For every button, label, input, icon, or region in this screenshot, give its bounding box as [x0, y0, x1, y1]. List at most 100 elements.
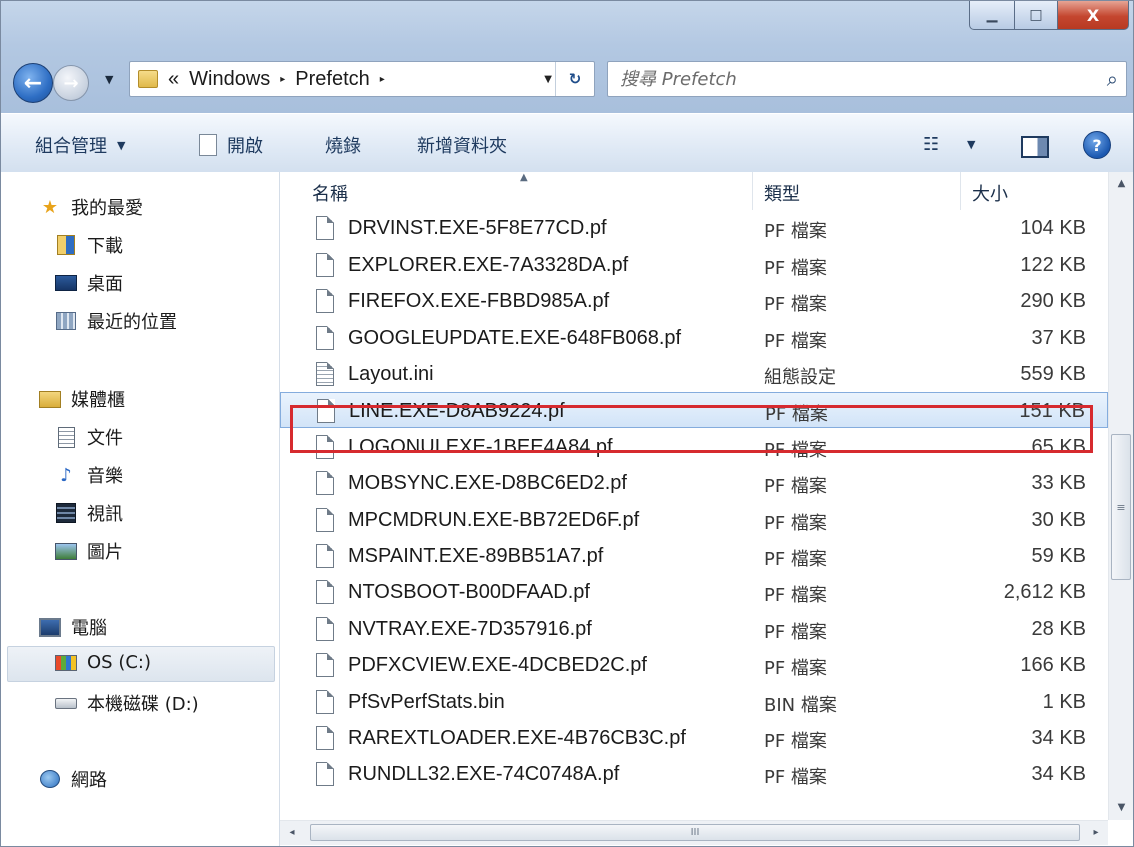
computer-icon: [39, 617, 61, 637]
refresh-icon: ↻: [568, 70, 582, 88]
new-folder-button[interactable]: 新增資料夾: [417, 132, 507, 158]
file-type: PF 檔案: [764, 257, 827, 279]
sidebar-item-label: 桌面: [87, 274, 123, 295]
column-divider[interactable]: [960, 172, 961, 210]
file-type: PF 檔案: [764, 439, 827, 461]
command-bar: 組合管理 ▼ 開啟 燒錄 新增資料夾 ☷ ▼ ?: [1, 113, 1133, 173]
scroll-up-icon[interactable]: ▲: [1109, 172, 1133, 196]
column-header-type[interactable]: 類型: [764, 180, 800, 208]
minimize-button[interactable]: ▁: [969, 1, 1015, 30]
file-row[interactable]: MPCMDRUN.EXE-BB72ED6F.pf PF 檔案 30 KB: [280, 502, 1108, 538]
sidebar-item-desktop[interactable]: 桌面: [55, 270, 123, 296]
file-row[interactable]: PfSvPerfStats.bin BIN 檔案 1 KB: [280, 684, 1108, 720]
file-row[interactable]: Layout.ini 組態設定 559 KB: [280, 356, 1108, 392]
breadcrumb-windows[interactable]: Windows: [189, 68, 270, 91]
vertical-scrollbar[interactable]: ▲ ≡ ▼: [1108, 172, 1133, 820]
column-header-size[interactable]: 大小: [972, 180, 1008, 208]
file-icon: [316, 544, 334, 568]
file-row[interactable]: RUNDLL32.EXE-74C0748A.pf PF 檔案 34 KB: [280, 756, 1108, 792]
sidebar-item-network[interactable]: 網路: [39, 766, 107, 792]
file-row-selected[interactable]: LINE.EXE-D8AB9224.pf PF 檔案 151 KB: [280, 392, 1108, 429]
breadcrumb-overflow[interactable]: «: [168, 68, 179, 91]
scroll-right-icon[interactable]: ▸: [1084, 821, 1108, 845]
open-button[interactable]: 開啟: [199, 132, 263, 158]
refresh-button[interactable]: ↻: [555, 62, 594, 96]
file-row[interactable]: GOOGLEUPDATE.EXE-648FB068.pf PF 檔案 37 KB: [280, 320, 1108, 356]
vertical-scroll-thumb[interactable]: ≡: [1111, 434, 1131, 580]
file-row[interactable]: PDFXCVIEW.EXE-4DCBED2C.pf PF 檔案 166 KB: [280, 647, 1108, 683]
file-size: 28 KB: [1031, 617, 1086, 640]
address-bar[interactable]: « Windows ▸ Prefetch ▸ ▼ ↻: [129, 61, 595, 97]
burn-button[interactable]: 燒錄: [325, 132, 361, 158]
back-button[interactable]: ←: [13, 63, 53, 103]
sidebar-item-recent-places[interactable]: 最近的位置: [55, 308, 177, 334]
file-row[interactable]: DRVINST.EXE-5F8E77CD.pf PF 檔案 104 KB: [280, 210, 1108, 246]
file-row[interactable]: NVTRAY.EXE-7D357916.pf PF 檔案 28 KB: [280, 611, 1108, 647]
scroll-left-icon[interactable]: ◂: [280, 821, 304, 845]
title-bar: ▁ □ X ← → ▼ « Windows ▸ Prefetch ▸ ▼ ↻ ⌕: [1, 1, 1133, 113]
file-row[interactable]: MSPAINT.EXE-89BB51A7.pf PF 檔案 59 KB: [280, 538, 1108, 574]
help-icon[interactable]: ?: [1083, 131, 1111, 159]
sidebar-item-os-drive[interactable]: OS (C:): [55, 652, 151, 673]
file-name: PfSvPerfStats.bin: [348, 690, 505, 713]
sidebar-item-downloads[interactable]: 下載: [55, 232, 123, 258]
file-row[interactable]: NTOSBOOT-B00DFAAD.pf PF 檔案 2,612 KB: [280, 574, 1108, 610]
maximize-button[interactable]: □: [1015, 1, 1058, 30]
file-name: GOOGLEUPDATE.EXE-648FB068.pf: [348, 326, 682, 349]
recent-pages-dropdown[interactable]: ▼: [105, 73, 113, 86]
sidebar-item-label: 圖片: [87, 542, 123, 563]
close-button[interactable]: X: [1058, 1, 1129, 30]
breadcrumb-separator-icon[interactable]: ▸: [280, 74, 285, 85]
file-type: PF 檔案: [764, 549, 827, 570]
sidebar-item-label: 下載: [87, 236, 123, 257]
file-row[interactable]: FIREFOX.EXE-FBBD985A.pf PF 檔案 290 KB: [280, 283, 1108, 319]
pictures-icon: [55, 541, 77, 561]
sidebar-item-computer[interactable]: 電腦: [39, 614, 107, 640]
change-view-icon[interactable]: ☷: [923, 134, 939, 155]
file-type: PF 檔案: [764, 585, 827, 607]
breadcrumb-prefetch[interactable]: Prefetch: [295, 68, 369, 91]
sidebar-item-libraries[interactable]: 媒體櫃: [39, 386, 125, 412]
open-file-icon: [199, 134, 217, 156]
file-row[interactable]: EXPLORER.EXE-7A3328DA.pf PF 檔案 122 KB: [280, 247, 1108, 283]
file-size: 104 KB: [1020, 217, 1086, 240]
file-size: 65 KB: [1031, 435, 1086, 458]
file-icon: [316, 580, 334, 605]
file-name: NTOSBOOT-B00DFAAD.pf: [348, 581, 590, 604]
file-icon: [316, 325, 334, 350]
column-header: ▲ 名稱 類型 大小: [280, 172, 1108, 212]
burn-label: 燒錄: [325, 136, 361, 157]
breadcrumb-separator-icon[interactable]: ▸: [380, 74, 385, 85]
column-divider[interactable]: [752, 172, 753, 210]
file-name: LINE.EXE-D8AB9224.pf: [349, 400, 565, 423]
sort-ascending-icon: ▲: [520, 172, 528, 183]
file-size: 151 KB: [1019, 400, 1085, 423]
address-dropdown-button[interactable]: ▼: [544, 62, 552, 96]
horizontal-scroll-thumb[interactable]: III: [310, 824, 1080, 841]
horizontal-scrollbar[interactable]: ◂ III ▸: [280, 820, 1108, 845]
scroll-down-icon[interactable]: ▼: [1109, 796, 1133, 820]
search-input[interactable]: [618, 66, 1082, 92]
sidebar-item-label: 網路: [71, 770, 107, 791]
open-label: 開啟: [227, 136, 263, 157]
file-row[interactable]: RAREXTLOADER.EXE-4B76CB3C.pf PF 檔案 34 KB: [280, 720, 1108, 756]
file-row[interactable]: MOBSYNC.EXE-D8BC6ED2.pf PF 檔案 33 KB: [280, 465, 1108, 501]
downloads-folder-icon: [55, 235, 77, 255]
sidebar-item-documents[interactable]: 文件: [55, 424, 123, 450]
sidebar-item-local-disk[interactable]: 本機磁碟 (D:): [55, 690, 199, 716]
forward-button[interactable]: →: [53, 65, 89, 101]
sidebar-item-video[interactable]: 視訊: [55, 500, 123, 526]
column-header-name[interactable]: 名稱: [312, 180, 348, 208]
sidebar-item-pictures[interactable]: 圖片: [55, 538, 123, 564]
file-name: FIREFOX.EXE-FBBD985A.pf: [348, 290, 610, 313]
file-size: 122 KB: [1020, 253, 1086, 276]
file-type: PF 檔案: [764, 330, 827, 352]
sidebar-item-music[interactable]: ♪ 音樂: [55, 462, 123, 488]
preview-pane-icon[interactable]: [1021, 136, 1049, 158]
search-box[interactable]: ⌕: [607, 61, 1127, 97]
search-icon[interactable]: ⌕: [1107, 67, 1118, 91]
views-dropdown-button[interactable]: ▼: [967, 138, 975, 151]
sidebar-item-favorites[interactable]: ★ 我的最愛: [39, 194, 143, 220]
organize-button[interactable]: 組合管理 ▼: [35, 132, 125, 158]
file-row[interactable]: LOGONUI.EXE-1BEE4A84.pf PF 檔案 65 KB: [280, 429, 1108, 465]
